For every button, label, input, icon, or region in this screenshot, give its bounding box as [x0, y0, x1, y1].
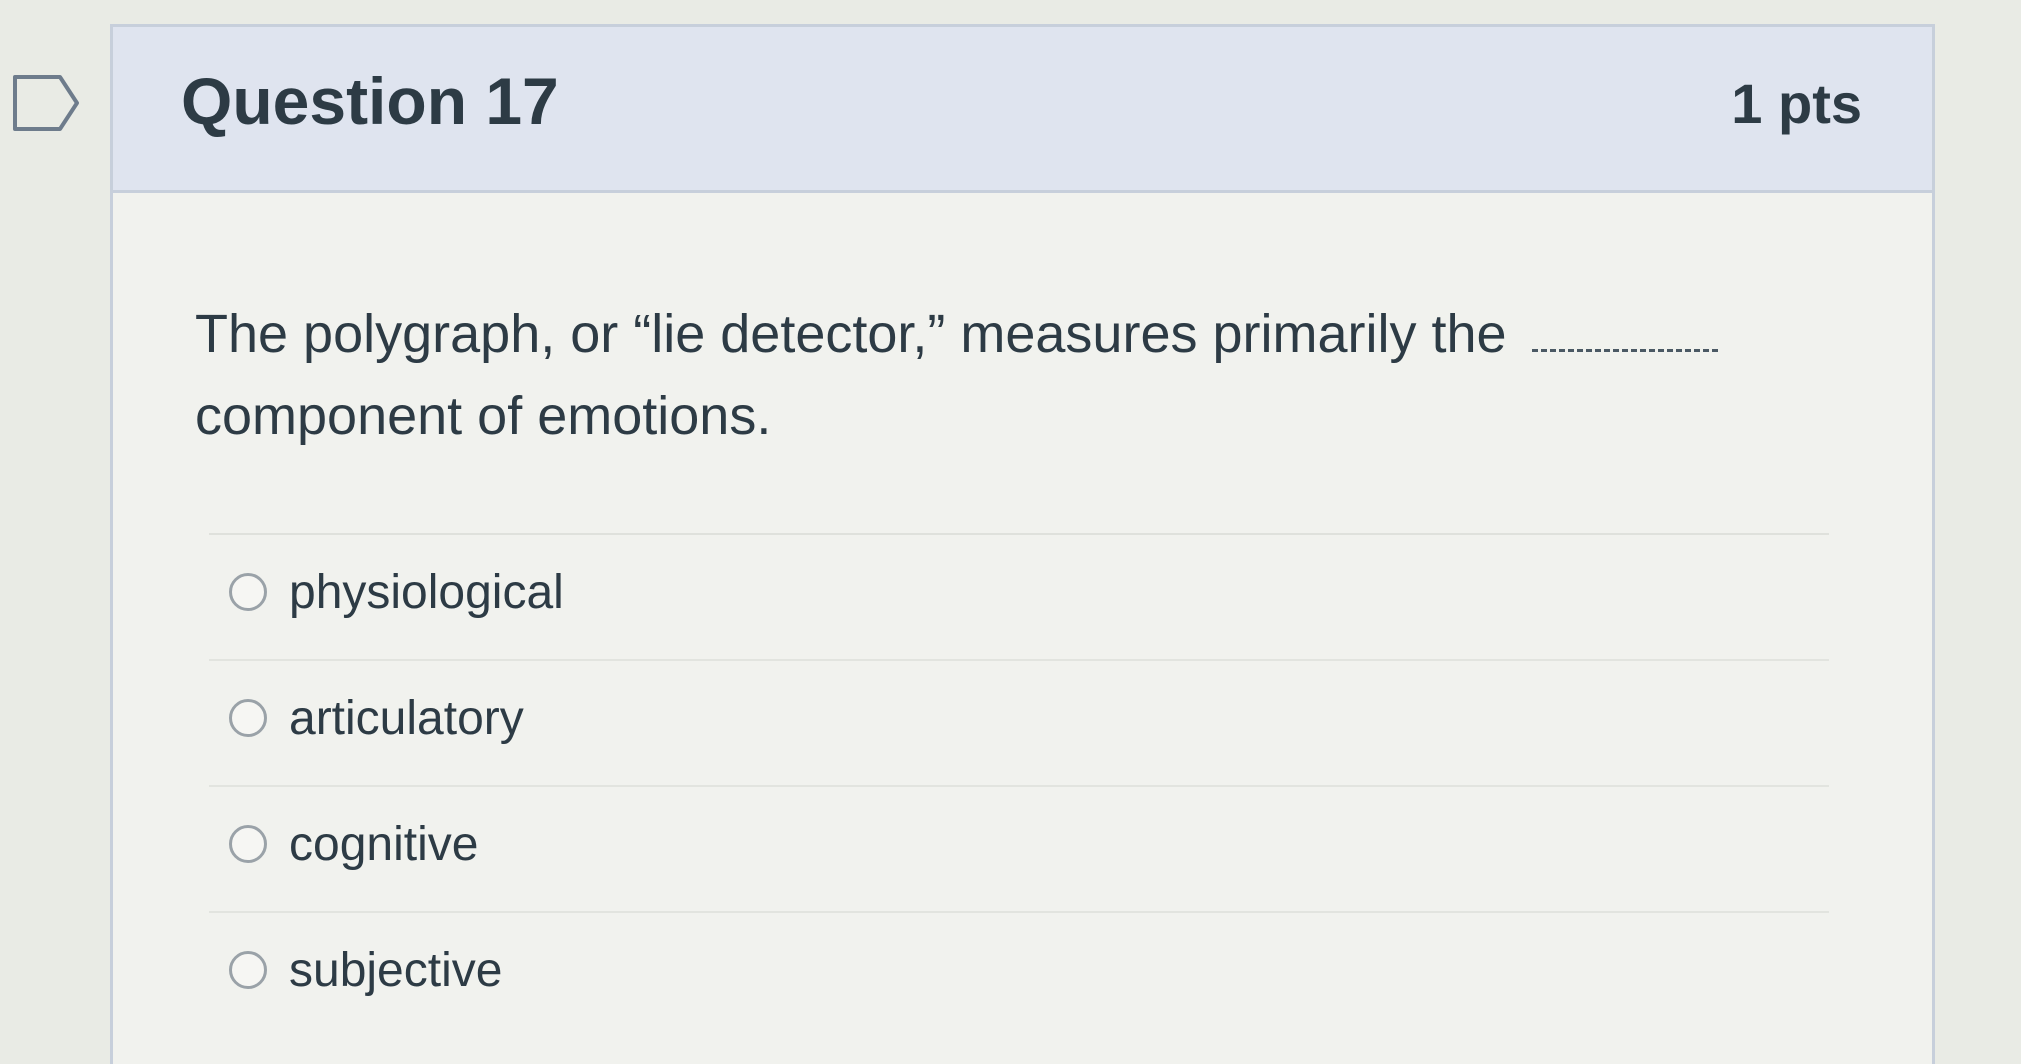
- question-text-line2: component of emotions.: [195, 386, 772, 446]
- answer-option-cognitive[interactable]: cognitive: [209, 785, 1829, 911]
- answer-label[interactable]: cognitive: [289, 817, 478, 872]
- question-card: Question 17 1 pts The polygraph, or “lie…: [110, 24, 1935, 1064]
- flag-question-icon[interactable]: [12, 74, 80, 132]
- radio-button[interactable]: [229, 951, 267, 989]
- answer-list: physiological articulatory cognitive sub…: [209, 533, 1829, 1037]
- answer-label[interactable]: articulatory: [289, 691, 524, 746]
- answer-blank: [1531, 345, 1718, 352]
- question-text: The polygraph, or “lie detector,” measur…: [195, 293, 1755, 457]
- answer-option-subjective[interactable]: subjective: [209, 911, 1829, 1037]
- answer-option-articulatory[interactable]: articulatory: [209, 659, 1829, 785]
- question-points: 1 pts: [1731, 72, 1862, 135]
- radio-button[interactable]: [229, 573, 267, 611]
- radio-button[interactable]: [229, 699, 267, 737]
- question-title: Question 17: [181, 64, 559, 138]
- question-text-line1: The polygraph, or “lie detector,” measur…: [195, 304, 1507, 364]
- question-header: Question 17 1 pts: [113, 27, 1932, 193]
- radio-button[interactable]: [229, 825, 267, 863]
- answer-option-physiological[interactable]: physiological: [209, 533, 1829, 659]
- answer-label[interactable]: subjective: [289, 943, 502, 998]
- answer-label[interactable]: physiological: [289, 565, 564, 620]
